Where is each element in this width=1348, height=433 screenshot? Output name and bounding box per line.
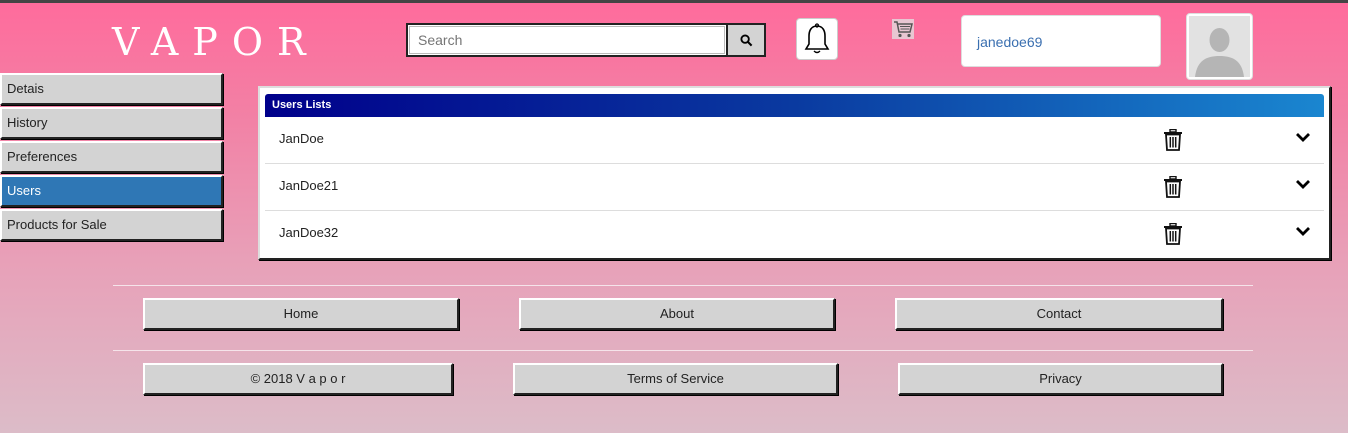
search-button[interactable]	[726, 25, 764, 55]
sidebar-item-users[interactable]: Users	[0, 175, 223, 207]
user-name: JanDoe32	[279, 225, 339, 240]
user-name: JanDoe21	[279, 178, 339, 193]
chevron-down-icon[interactable]	[1295, 176, 1311, 192]
sidebar-item-preferences[interactable]: Preferences	[0, 141, 223, 173]
chevron-down-icon[interactable]	[1295, 223, 1311, 239]
table-row: JanDoe21	[265, 164, 1324, 211]
top-border	[0, 0, 1348, 3]
footer-divider	[113, 285, 1253, 286]
home-button[interactable]: Home	[143, 298, 459, 330]
users-panel: Users Lists JanDoe JanDoe21 JanDoe32	[258, 86, 1331, 260]
users-panel-title: Users Lists	[265, 94, 1324, 117]
table-row: JanDoe	[265, 117, 1324, 164]
username-label[interactable]: janedoe69	[977, 34, 1042, 50]
footer-divider	[113, 350, 1253, 351]
about-button[interactable]: About	[519, 298, 835, 330]
search-icon	[739, 33, 752, 46]
cart-button[interactable]	[892, 19, 914, 39]
bell-icon	[804, 23, 830, 54]
sidebar-item-history[interactable]: History	[0, 107, 223, 139]
logo[interactable]: VAPOR	[112, 20, 320, 64]
user-name-box[interactable]: janedoe69	[961, 15, 1161, 67]
sidebar-item-details[interactable]: Detais	[0, 73, 223, 105]
avatar[interactable]	[1186, 13, 1253, 80]
copyright-button[interactable]: © 2018 V a p o r	[143, 363, 453, 395]
sidebar-item-products-for-sale[interactable]: Products for Sale	[0, 209, 223, 241]
chevron-down-icon[interactable]	[1295, 129, 1311, 145]
search-bar	[406, 23, 766, 57]
privacy-button[interactable]: Privacy	[898, 363, 1223, 395]
terms-of-service-button[interactable]: Terms of Service	[513, 363, 838, 395]
user-name: JanDoe	[279, 131, 324, 146]
trash-icon[interactable]	[1163, 129, 1183, 151]
notifications-button[interactable]	[796, 18, 838, 60]
trash-icon[interactable]	[1163, 176, 1183, 198]
contact-button[interactable]: Contact	[895, 298, 1223, 330]
trash-icon[interactable]	[1163, 223, 1183, 245]
cart-icon	[892, 19, 914, 39]
table-row: JanDoe32	[265, 211, 1324, 257]
avatar-icon	[1189, 16, 1250, 77]
search-input[interactable]	[409, 26, 725, 54]
